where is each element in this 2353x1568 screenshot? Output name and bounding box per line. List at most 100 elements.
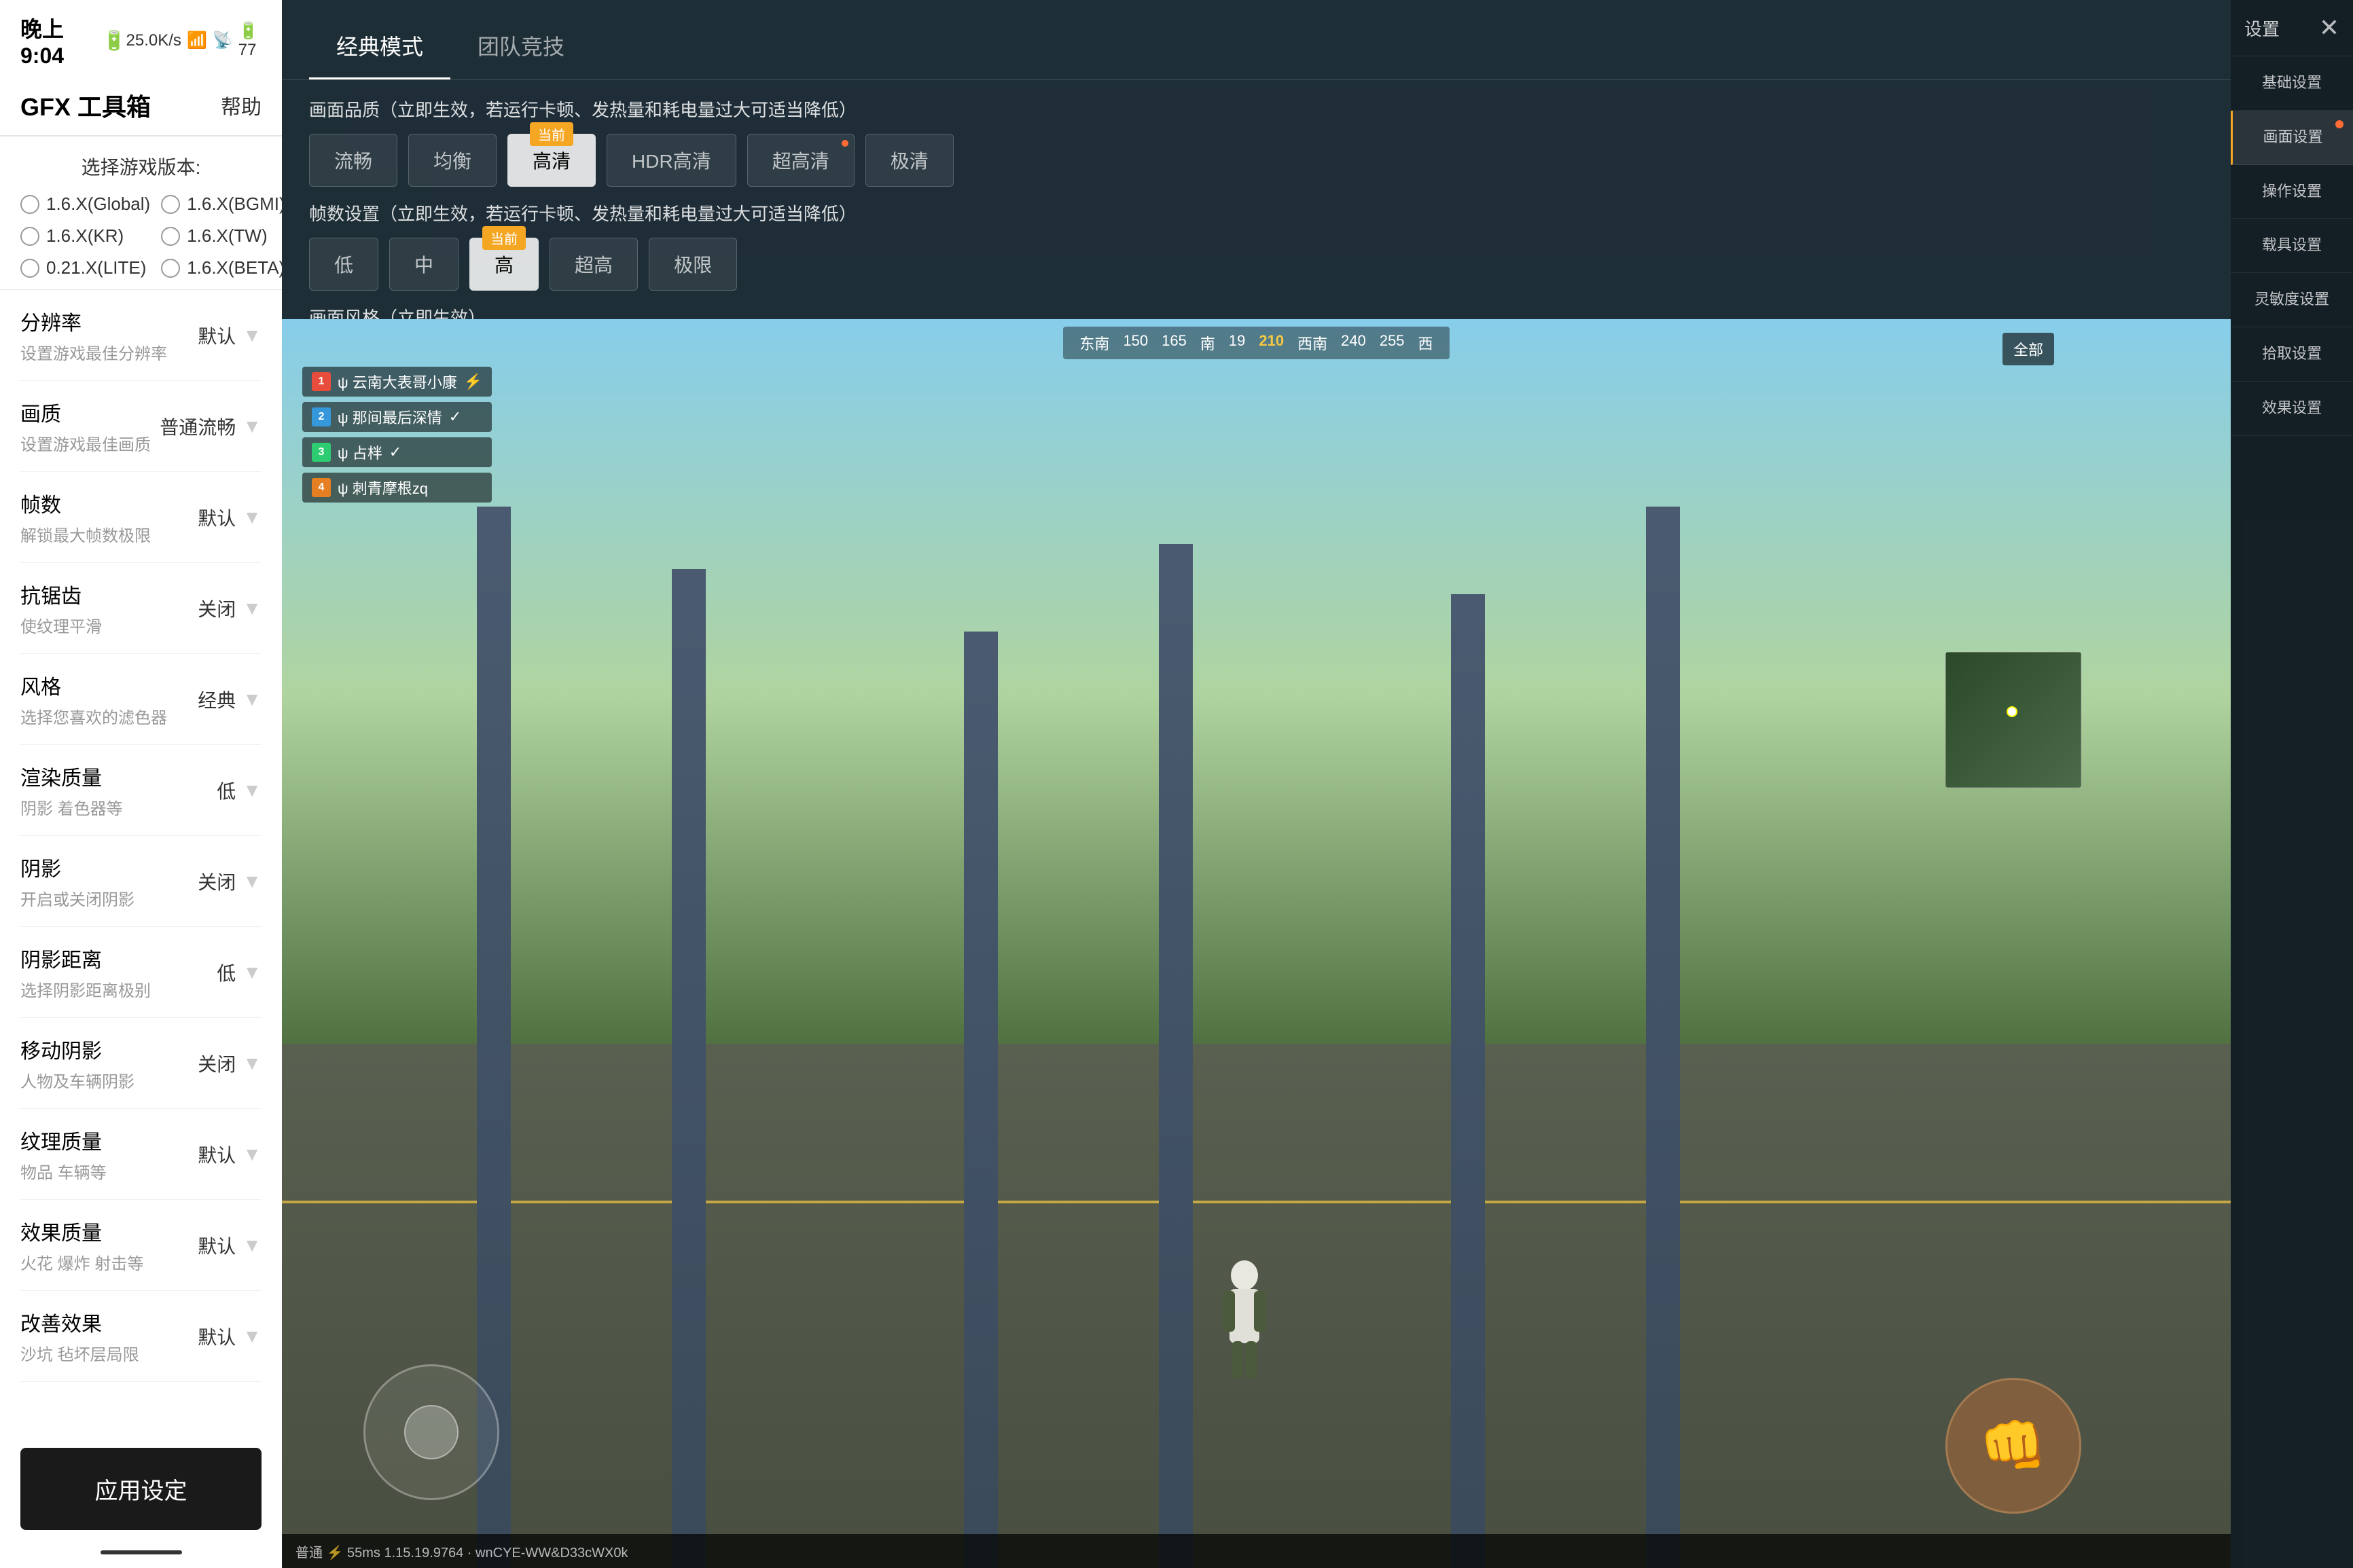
setting-shadow[interactable]: 阴影 开启或关闭阴影 关闭 ▼ xyxy=(20,836,262,927)
fps-btn-mid[interactable]: 中 xyxy=(389,238,459,291)
joystick-inner[interactable] xyxy=(404,1405,459,1459)
fps-btn-low[interactable]: 低 xyxy=(309,238,378,291)
right-setting-control[interactable]: 操作设置 xyxy=(2231,165,2353,219)
apply-button[interactable]: 应用设定 xyxy=(20,1448,262,1530)
setting-texture-value: 默认 xyxy=(198,1141,236,1168)
fps-btn-ultra[interactable]: 超高 xyxy=(550,238,638,291)
team-item-1: 1 ψ 云南大表哥小康 ⚡ xyxy=(302,367,492,397)
setting-resolution[interactable]: 分辨率 设置游戏最佳分辨率 默认 ▼ xyxy=(20,290,262,381)
version-item-tw[interactable]: 1.6.X(TW) xyxy=(161,225,285,247)
version-item-lite[interactable]: 0.21.X(LITE) xyxy=(20,257,150,278)
right-setting-items: 基础设置 画面设置 操作设置 载具设置 灵敏度设置 拾取设置 效果设置 xyxy=(2231,56,2353,1554)
setting-render-name: 渲染质量 xyxy=(20,761,217,791)
chevron-down-icon: ▼ xyxy=(243,325,262,346)
setting-render-value: 低 xyxy=(217,777,236,804)
team-member-3: ψ 占柈 xyxy=(338,441,382,463)
quality-btn-ultra[interactable]: 超高清 xyxy=(747,134,855,187)
setting-improve-name: 改善效果 xyxy=(20,1307,198,1337)
quality-btn-hdr[interactable]: HDR高清 xyxy=(607,134,736,187)
quality-btn-extreme[interactable]: 极清 xyxy=(865,134,954,187)
chevron-down-icon-12: ▼ xyxy=(243,1326,262,1347)
team-item-4: 4 ψ 刺青摩根zq xyxy=(302,473,492,503)
radio-lite[interactable] xyxy=(20,259,39,278)
right-setting-display[interactable]: 画面设置 xyxy=(2231,111,2353,165)
setting-texture[interactable]: 纹理质量 物品 车辆等 默认 ▼ xyxy=(20,1109,262,1200)
right-setting-vehicle-label: 载具设置 xyxy=(2262,235,2322,256)
right-settings-panel: 设置 ✕ 基础设置 画面设置 操作设置 载具设置 灵敏度设置 拾取设置 xyxy=(2231,0,2353,1568)
setting-mobile-shadow[interactable]: 移动阴影 人物及车辆阴影 关闭 ▼ xyxy=(20,1018,262,1109)
version-item-kr[interactable]: 1.6.X(KR) xyxy=(20,225,150,247)
fire-button[interactable]: 👊 xyxy=(1945,1378,2081,1514)
team-member-2: ψ 那间最后深情 xyxy=(338,406,442,428)
chevron-down-icon-6: ▼ xyxy=(243,780,262,801)
building-pillar-3 xyxy=(964,632,998,1568)
setting-shadow-dist[interactable]: 阴影距离 选择阴影距离极别 低 ▼ xyxy=(20,927,262,1018)
chevron-down-icon-2: ▼ xyxy=(243,416,262,437)
setting-quality[interactable]: 画质 设置游戏最佳画质 普通流畅 ▼ xyxy=(20,381,262,472)
setting-mobile-shadow-value: 关闭 xyxy=(198,1050,236,1077)
chevron-down-icon-10: ▼ xyxy=(243,1144,262,1165)
wifi-icon: 📡 xyxy=(213,31,233,50)
version-item-beta[interactable]: 1.6.X(BETA) xyxy=(161,257,285,278)
right-setting-pickup[interactable]: 拾取设置 xyxy=(2231,327,2353,382)
setting-quality-desc: 设置游戏最佳画质 xyxy=(20,431,160,455)
right-setting-vehicle[interactable]: 载具设置 xyxy=(2231,219,2353,273)
joystick-area[interactable] xyxy=(363,1364,499,1500)
version-item-global[interactable]: 1.6.X(Global) xyxy=(20,194,150,215)
setting-improve[interactable]: 改善效果 沙坑 毡坏层局限 默认 ▼ xyxy=(20,1291,262,1382)
network-speed: 25.0K/s xyxy=(126,31,181,50)
rank-3: 3 xyxy=(312,443,331,462)
player-character xyxy=(1217,1258,1272,1381)
radio-global[interactable] xyxy=(20,195,39,214)
setting-texture-desc: 物品 车辆等 xyxy=(20,1159,198,1183)
quality-btn-hd[interactable]: 当前 高清 xyxy=(507,134,596,187)
tab-classic-mode[interactable]: 经典模式 xyxy=(309,14,450,79)
fps-label: 帧数设置（立即生效，若运行卡顿、发热量和耗电量过大可适当降低） xyxy=(309,200,2204,225)
action-buttons: 👊 xyxy=(1945,1378,2081,1514)
hud-bottom-text: 普通 ⚡ 55ms 1.15.19.9764 · wnCYE-WW&D33cWX… xyxy=(295,1542,628,1561)
version-label-kr: 1.6.X(KR) xyxy=(46,225,124,247)
close-settings-button[interactable]: ✕ xyxy=(2319,14,2339,42)
radio-kr[interactable] xyxy=(20,227,39,246)
setting-fps-name: 帧数 xyxy=(20,488,198,518)
team-item-3: 3 ψ 占柈 ✓ xyxy=(302,437,492,467)
setting-effects[interactable]: 效果质量 火花 爆炸 射击等 默认 ▼ xyxy=(20,1200,262,1291)
setting-quality-name: 画质 xyxy=(20,397,160,427)
setting-resolution-name: 分辨率 xyxy=(20,306,198,336)
current-badge-fps: 当前 xyxy=(482,226,526,250)
road-line xyxy=(282,1201,2231,1203)
chevron-down-icon-9: ▼ xyxy=(243,1053,262,1074)
setting-shadow-dist-value: 低 xyxy=(217,959,236,986)
right-setting-effects[interactable]: 效果设置 xyxy=(2231,382,2353,436)
right-setting-sensitivity[interactable]: 灵敏度设置 xyxy=(2231,273,2353,327)
quality-btn-smooth[interactable]: 流畅 xyxy=(309,134,397,187)
minimap xyxy=(1945,652,2081,788)
building-pillar-5 xyxy=(1451,594,1485,1568)
settings-overlay: 经典模式 团队竞技 画面品质（立即生效，若运行卡顿、发热量和耗电量过大可适当降低… xyxy=(282,0,2231,319)
right-settings-header: 设置 ✕ xyxy=(2231,14,2353,56)
setting-style[interactable]: 风格 选择您喜欢的滤色器 经典 ▼ xyxy=(20,654,262,745)
setting-fps-value: 默认 xyxy=(198,504,236,531)
right-setting-basic[interactable]: 基础设置 xyxy=(2231,56,2353,111)
setting-anti-alias[interactable]: 抗锯齿 使纹理平滑 关闭 ▼ xyxy=(20,563,262,654)
radio-bgmi[interactable] xyxy=(161,195,180,214)
quality-section: 画面品质（立即生效，若运行卡顿、发热量和耗电量过大可适当降低） 流畅 均衡 当前… xyxy=(309,96,2204,187)
help-button[interactable]: 帮助 xyxy=(221,90,262,120)
setting-style-value: 经典 xyxy=(198,686,236,713)
tab-team-mode[interactable]: 团队竞技 xyxy=(450,14,592,79)
radio-beta[interactable] xyxy=(161,259,180,278)
quality-btn-balanced[interactable]: 均衡 xyxy=(408,134,497,187)
fps-btn-high[interactable]: 当前 高 xyxy=(469,238,539,291)
fps-btn-extreme[interactable]: 极限 xyxy=(649,238,737,291)
quality-label: 画面品质（立即生效，若运行卡顿、发热量和耗电量过大可适当降低） xyxy=(309,96,2204,122)
status-bar: 晚上9:04 🔋 25.0K/s 📶 📡 🔋77 xyxy=(0,0,282,75)
joystick-outer[interactable] xyxy=(363,1364,499,1500)
setting-quality-value: 普通流畅 xyxy=(160,413,236,440)
radio-tw[interactable] xyxy=(161,227,180,246)
setting-anti-alias-value: 关闭 xyxy=(198,595,236,622)
settings-panel-title: 设置 xyxy=(2244,16,2280,41)
setting-render[interactable]: 渲染质量 阴影 着色器等 低 ▼ xyxy=(20,745,262,836)
version-item-bgmi[interactable]: 1.6.X(BGMI) xyxy=(161,194,285,215)
setting-fps[interactable]: 帧数 解锁最大帧数极限 默认 ▼ xyxy=(20,472,262,563)
status-icons: 25.0K/s 📶 📡 🔋77 xyxy=(126,21,262,60)
